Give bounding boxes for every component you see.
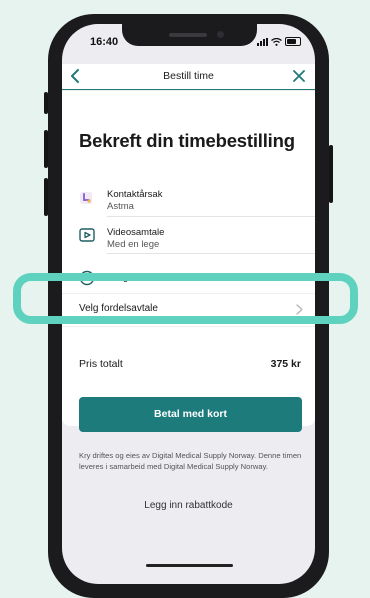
mute-switch: [44, 92, 48, 114]
detail-subtitle: Astma: [107, 201, 134, 212]
status-icons: [257, 37, 301, 46]
nav-title: Bestill time: [163, 70, 214, 82]
power-button: [329, 145, 333, 203]
divider: [107, 253, 315, 254]
volume-up-button: [44, 130, 48, 168]
price-label: Pris totalt: [79, 358, 123, 370]
status-time: 16:40: [90, 36, 119, 48]
speaker: [169, 33, 207, 37]
divider: [107, 216, 315, 217]
notch: [122, 24, 257, 46]
detail-title: Kontaktårsak: [107, 189, 163, 200]
video-icon: [79, 228, 95, 242]
battery-icon: [285, 37, 301, 46]
discount-code-link[interactable]: Legg inn rabattkode: [62, 500, 315, 511]
footer-disclaimer: Kry driftes og eies av Digital Medical S…: [79, 451, 302, 471]
patient-icon: [80, 192, 92, 204]
detail-subtitle: Med en lege: [107, 239, 160, 250]
price-value: 375 kr: [270, 358, 301, 370]
nav-bar: Bestill time: [62, 64, 315, 90]
signal-icon: [257, 37, 268, 46]
wifi-icon: [271, 37, 282, 46]
detail-title: Videosamtale: [107, 227, 165, 238]
home-indicator: [146, 564, 233, 567]
close-icon[interactable]: [293, 70, 305, 82]
camera: [217, 31, 224, 38]
volume-down-button: [44, 178, 48, 216]
pay-with-card-button[interactable]: Betal med kort: [79, 397, 302, 432]
highlight-outline: [13, 273, 358, 324]
page-title: Bekreft din timebestilling: [79, 130, 295, 151]
booking-card: Bekreft din timebestilling Kontaktårsak …: [62, 91, 315, 432]
